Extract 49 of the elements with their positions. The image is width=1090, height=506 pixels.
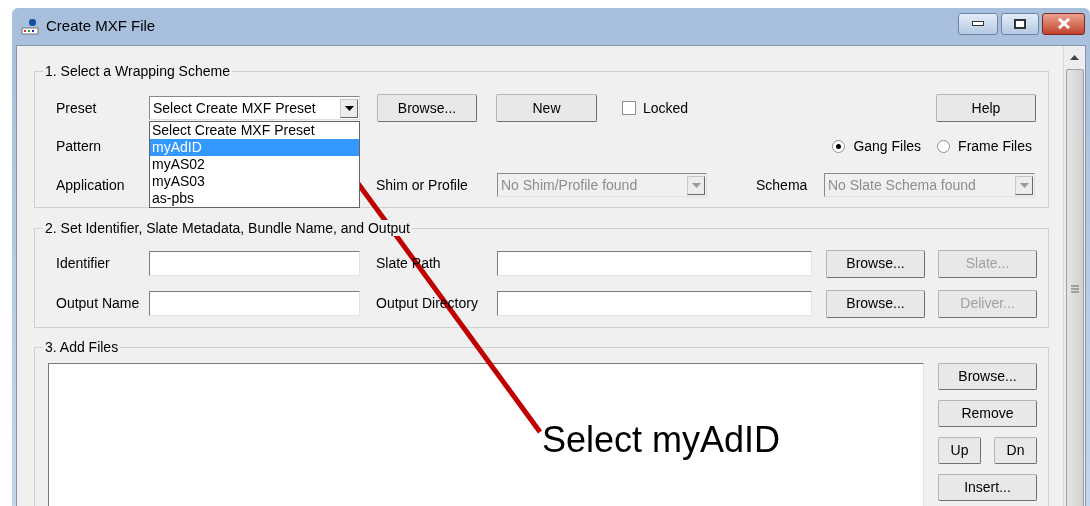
text-field[interactable] [497, 291, 812, 316]
dropdown-option[interactable]: myAS02 [150, 156, 359, 173]
maximize-icon [1014, 18, 1026, 29]
browse-button[interactable]: Browse... [826, 249, 925, 278]
checkbox[interactable] [622, 101, 636, 115]
locked-label: Locked [643, 98, 689, 118]
shim-label: Shim or Profile [376, 175, 469, 195]
dropdown-option[interactable]: myAS03 [150, 173, 359, 190]
schema-label: Schema [756, 175, 809, 195]
scrollbar[interactable] [1063, 46, 1085, 506]
radio-label: Frame Files [958, 136, 1032, 156]
group-title: 3. Add Files [45, 339, 119, 355]
move-button[interactable]: Dn [994, 437, 1037, 464]
radio-button[interactable] [832, 139, 846, 153]
preset-label: Preset [56, 98, 98, 118]
scrollbar-thumb[interactable] [1065, 69, 1084, 506]
file-button[interactable]: Browse... [938, 363, 1037, 390]
group-title: 2. Set Identifier, Slate Metadata, Bundle Name, and Output [45, 220, 410, 236]
file-button[interactable]: Remove [938, 400, 1037, 427]
annotation-text: Select myAdID [542, 422, 781, 458]
minimize-icon [972, 21, 984, 26]
close-button[interactable] [1042, 12, 1085, 35]
close-icon [1057, 18, 1070, 29]
maximize-button[interactable] [1001, 12, 1039, 35]
radio-label: Gang Files [853, 136, 922, 156]
pattern-label: Pattern [56, 136, 103, 156]
field-label: Output Name [56, 294, 141, 313]
minimize-button[interactable] [958, 12, 998, 35]
radio-button[interactable] [937, 139, 951, 153]
grip-icon [1070, 285, 1079, 293]
move-button[interactable]: Up [938, 437, 981, 464]
help-button[interactable]: Help [936, 94, 1036, 122]
group-title: 1. Select a Wrapping Scheme [45, 63, 230, 79]
file-list[interactable] [48, 363, 924, 506]
text-field[interactable] [497, 251, 812, 276]
browse-button[interactable]: Browse... [377, 94, 477, 122]
scroll-up-icon[interactable] [1070, 55, 1079, 60]
browse-button[interactable]: Browse... [826, 289, 925, 318]
dropdown-option[interactable]: as-pbs [150, 190, 359, 207]
file-button[interactable]: Insert... [938, 474, 1037, 501]
field-label: Identifier [56, 254, 111, 273]
app-icon [20, 16, 40, 37]
text-field[interactable] [149, 291, 360, 316]
application-label: Application [56, 175, 126, 195]
window-title: Create MXF File [46, 16, 156, 37]
text-field[interactable] [149, 251, 360, 276]
dropdown-option[interactable]: Select Create MXF Preset [150, 122, 359, 139]
new-button[interactable]: New [496, 94, 597, 122]
preset-dropdown[interactable]: Select Create MXF Preset [149, 96, 360, 120]
